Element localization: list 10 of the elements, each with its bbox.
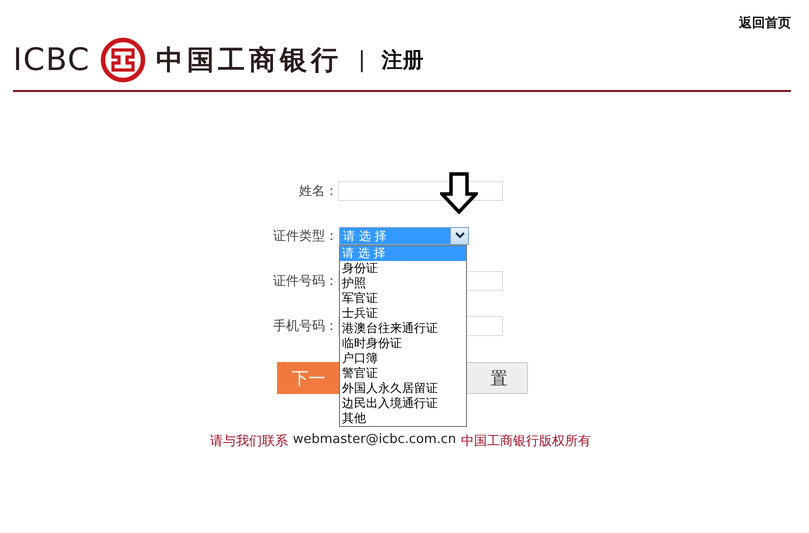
field-label: 证件号码： (272, 272, 338, 290)
page-title: 注册 (382, 47, 424, 74)
separator: | (358, 48, 366, 72)
field-label: 手机号码： (272, 318, 338, 334)
field-label: 证件类型： (272, 228, 338, 244)
logo-text: ICBC (13, 42, 90, 78)
copyright-text: 中国工商银行版权所有 (461, 433, 592, 450)
field-label: 姓名： (298, 182, 338, 200)
bank-name: 中国工商银行 (156, 44, 342, 78)
contact-text: 请与我们联系 (210, 433, 288, 450)
